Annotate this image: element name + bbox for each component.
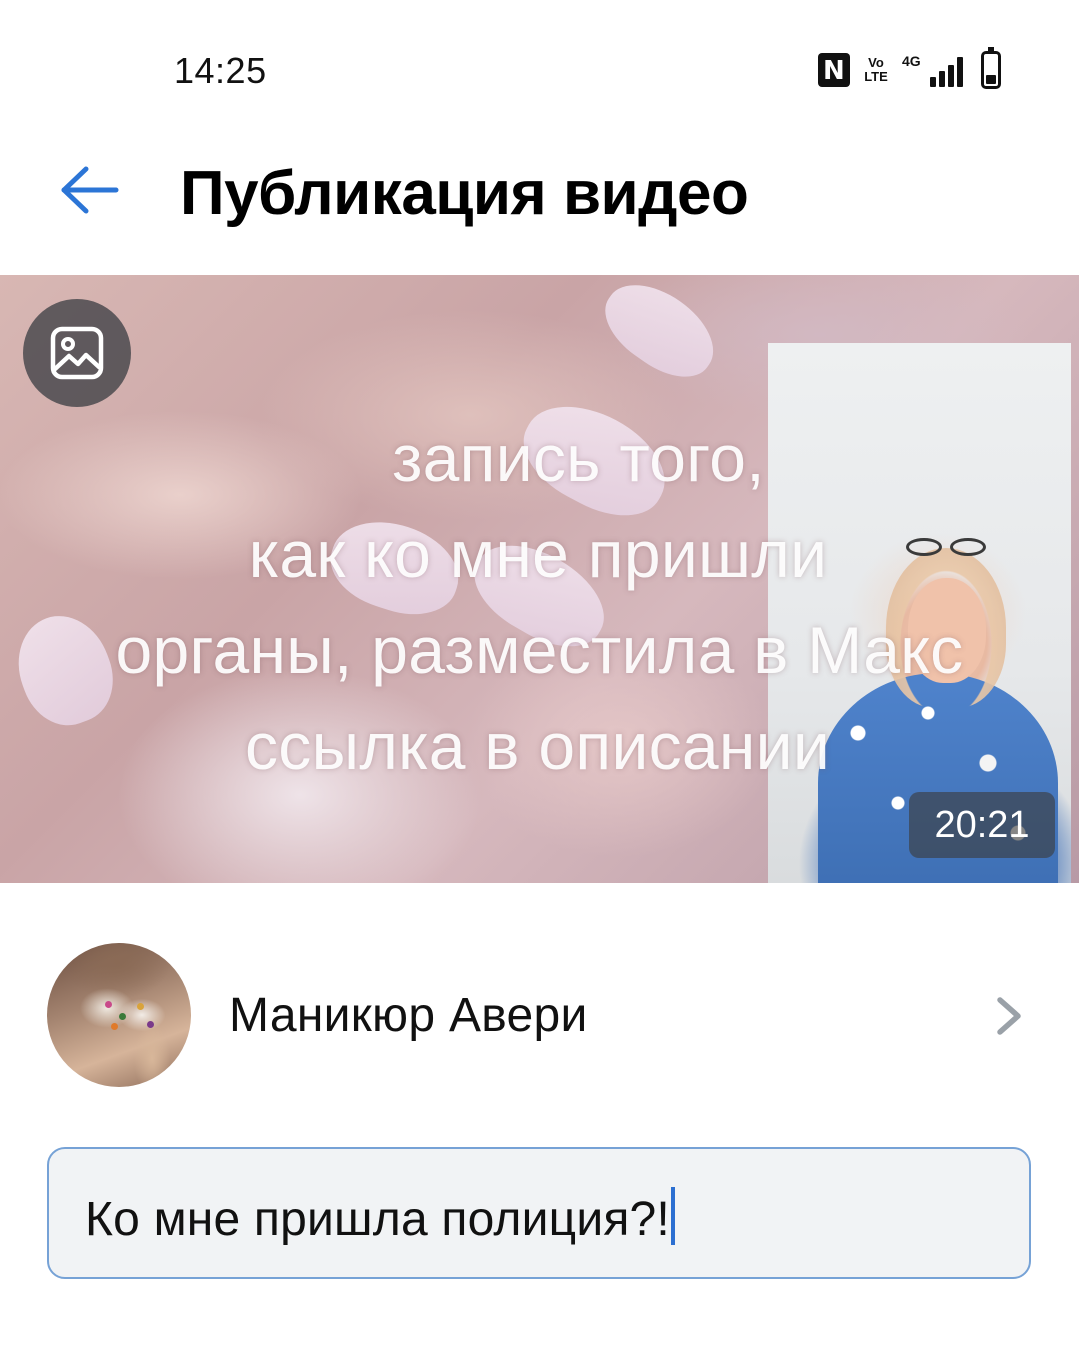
battery-icon [981,47,1001,89]
channel-selector[interactable]: Маникюр Авери [0,938,1079,1090]
network-label: 4G [902,53,921,69]
channel-name: Маникюр Авери [229,989,588,1042]
overlay-line: органы, разместила в Макс [115,613,964,687]
overlay-line: как ко мне пришли [248,517,828,591]
text-caret [670,1187,675,1245]
overlay-line: ссылка в описании [244,709,831,783]
change-cover-button[interactable] [23,299,131,407]
arrow-left-icon [61,166,119,214]
chevron-right-icon [997,997,1021,1035]
status-bar: 14:25 Vo LTE 4G [0,0,1079,140]
back-button[interactable] [54,160,124,220]
video-title-text: Ко мне пришла полиция?! [85,1193,670,1246]
status-time: 14:25 [174,50,267,91]
duration-badge: 20:21 [909,792,1055,858]
volte-label-top: Vo [868,55,884,70]
volte-label-bottom: LTE [864,69,888,84]
status-icons: Vo LTE 4G [818,47,1001,92]
nail-shape [590,275,730,394]
header: Публикация видео [0,140,1079,275]
nfc-icon [818,53,850,87]
overlay-line: запись того, [392,421,765,495]
volte-icon: Vo LTE [864,56,888,84]
signal-4g-icon: 4G [902,53,963,87]
video-preview[interactable]: запись того, как ко мне пришли органы, р… [0,275,1079,883]
avatar [47,943,191,1087]
video-title-input[interactable]: Ко мне пришла полиция?! [47,1147,1031,1279]
page-title: Публикация видео [180,159,749,228]
image-icon [50,326,104,380]
video-overlay-text: запись того, как ко мне пришли органы, р… [0,410,1079,794]
video-title-value: Ко мне пришла полиция?! [85,1187,675,1247]
